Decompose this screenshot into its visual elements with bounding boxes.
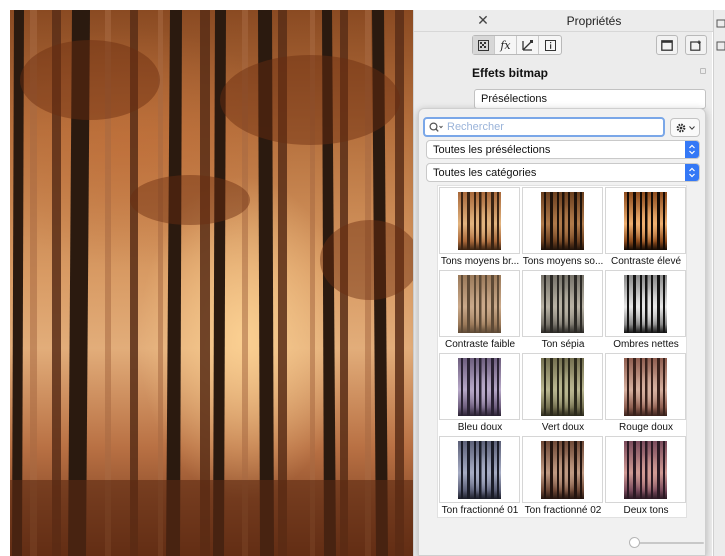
preset-label: Rouge doux: [619, 422, 673, 433]
preset-thumbnail-frame: [522, 436, 603, 503]
search-input[interactable]: [447, 121, 647, 133]
preset-thumbnail: [624, 441, 667, 499]
preset-item[interactable]: Bleu doux: [438, 352, 521, 435]
preset-item[interactable]: Contraste faible: [438, 269, 521, 352]
tab-fx-icon[interactable]: fx: [495, 36, 517, 54]
preset-thumbnail: [624, 275, 667, 333]
preset-item[interactable]: Vert doux: [521, 352, 604, 435]
preset-item[interactable]: Tons moyens so...: [521, 186, 604, 269]
preset-thumbnail: [458, 275, 501, 333]
panel-header: ✕ Propriétés: [414, 10, 713, 32]
thumbnail-size-slider-handle[interactable]: [629, 537, 640, 548]
preset-thumbnail: [541, 358, 584, 416]
preset-thumbnail-frame: [439, 187, 520, 254]
preset-thumbnail: [458, 192, 501, 250]
preset-item[interactable]: Ton sépia: [521, 269, 604, 352]
preset-thumbnail: [624, 192, 667, 250]
preset-thumbnail-frame: [605, 436, 686, 503]
presets-filter-select[interactable]: Toutes les présélections: [426, 140, 700, 159]
preset-thumbnail: [458, 358, 501, 416]
preset-thumbnail-frame: [439, 353, 520, 420]
toolbar-icons: [716, 19, 725, 51]
panel-tabs: fx: [414, 35, 713, 57]
preset-thumbnail-frame: [522, 353, 603, 420]
preset-item[interactable]: Deux tons: [604, 435, 687, 518]
categories-filter-value: Toutes les catégories: [433, 167, 537, 179]
preset-thumbnail: [458, 441, 501, 499]
close-icon[interactable]: ✕: [476, 13, 490, 27]
preset-item[interactable]: Ombres nettes: [604, 269, 687, 352]
panel-title: Propriétés: [566, 14, 622, 28]
select-stepper-icon: [685, 141, 699, 158]
right-toolbar-strip: [713, 10, 725, 556]
preset-dropdown[interactable]: Présélections: [474, 89, 706, 109]
preset-label: Contraste élevé: [610, 256, 682, 267]
preset-item[interactable]: Ton fractionné 01: [438, 435, 521, 518]
preset-thumbnail: [624, 358, 667, 416]
preset-label: Tons moyens br...: [440, 256, 520, 267]
document-canvas[interactable]: [0, 0, 413, 556]
preset-item[interactable]: Contraste élevé: [604, 186, 687, 269]
categories-filter-select[interactable]: Toutes les catégories: [426, 163, 700, 182]
preset-thumbnail-frame: [605, 187, 686, 254]
preset-label: Contraste faible: [444, 339, 516, 350]
select-stepper-icon: [685, 164, 699, 181]
settings-button[interactable]: [670, 118, 700, 137]
preset-thumbnail-frame: [522, 187, 603, 254]
tab-bitmap-icon[interactable]: [473, 36, 495, 54]
preset-item[interactable]: Ton fractionné 02: [521, 435, 604, 518]
preset-label: Ton sépia: [541, 339, 585, 350]
gear-icon: [676, 123, 686, 132]
tab-group: fx: [472, 35, 562, 55]
presets-filter-value: Toutes les présélections: [433, 144, 551, 156]
section-title: Effets bitmap: [472, 66, 549, 80]
presets-popover: Toutes les présélections Toutes les caté…: [418, 108, 706, 556]
search-box[interactable]: [423, 117, 665, 137]
tab-transform-icon[interactable]: [517, 36, 539, 54]
preset-thumbnail-frame: [605, 353, 686, 420]
forest-photo-art: [10, 10, 413, 556]
preset-label: Ombres nettes: [613, 339, 679, 350]
preset-thumbnail-frame: [522, 270, 603, 337]
preset-thumbnail: [541, 192, 584, 250]
preset-thumbnail: [541, 441, 584, 499]
section-options-icon[interactable]: [700, 68, 706, 74]
preset-thumbnail-frame: [439, 270, 520, 337]
tab-info-icon[interactable]: [539, 36, 561, 54]
new-frame-icon[interactable]: [685, 35, 707, 55]
chevron-down-icon: [689, 125, 695, 130]
preset-item[interactable]: Rouge doux: [604, 352, 687, 435]
preset-thumbnail-frame: [439, 436, 520, 503]
thumbnail-size-slider-track[interactable]: [636, 542, 704, 544]
presets-grid: Tons moyens br... Tons moyens so... Contra…: [437, 185, 687, 518]
preset-label: Tons moyens so...: [522, 256, 604, 267]
preset-label: Deux tons: [623, 505, 669, 516]
frame-icon[interactable]: [656, 35, 678, 55]
preset-label: Bleu doux: [457, 422, 503, 433]
search-icon: [429, 121, 443, 132]
preset-label: Vert doux: [541, 422, 585, 433]
preset-thumbnail: [541, 275, 584, 333]
preset-thumbnail-frame: [605, 270, 686, 337]
preset-item[interactable]: Tons moyens br...: [438, 186, 521, 269]
forest-photo[interactable]: [10, 10, 413, 556]
preset-label: Ton fractionné 01: [441, 505, 519, 516]
preset-label: Ton fractionné 02: [524, 505, 602, 516]
